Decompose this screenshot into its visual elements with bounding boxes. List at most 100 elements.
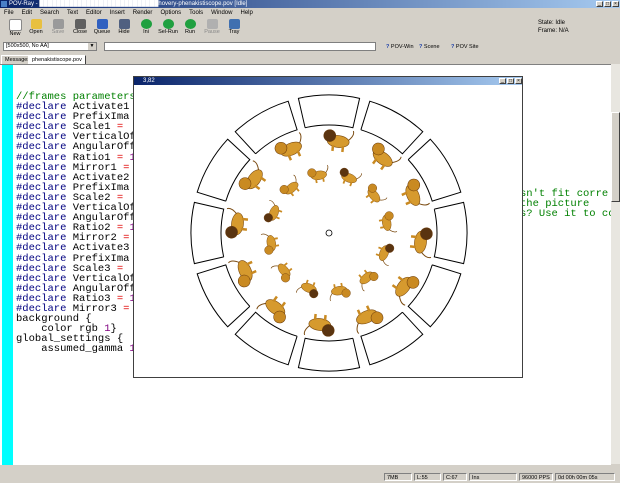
lion-tail [303, 325, 310, 336]
lion-tail [382, 260, 389, 266]
lion-figure [339, 167, 362, 187]
lion-tail [361, 283, 365, 292]
lion-tail [348, 130, 355, 141]
lion-tail [226, 207, 237, 214]
chevron-down-icon[interactable]: ▼ [88, 43, 96, 50]
pause-button[interactable]: Pause [202, 18, 222, 39]
sel-run-button[interactable]: Sel-Run [158, 18, 178, 39]
sel-run-icon [162, 19, 174, 29]
tray-icon [228, 19, 240, 29]
lion-figure [307, 164, 329, 184]
render-window-title: 3,82 [143, 78, 155, 84]
main-toolbar: New Open Save Close Queue Hide Ini Sel-R… [0, 17, 360, 39]
menu-text[interactable]: Text [63, 9, 82, 17]
lion-figure [329, 282, 351, 302]
menu-render[interactable]: Render [129, 9, 157, 17]
close-icon[interactable]: × [612, 1, 619, 7]
minimize-icon[interactable]: _ [596, 1, 603, 7]
scrollbar-thumb[interactable] [611, 112, 620, 202]
povsite-link[interactable]: ? POV Site [451, 43, 479, 51]
lion-leg [342, 179, 346, 184]
disc-segment [297, 94, 361, 129]
app-icon [1, 1, 7, 7]
povwin-link[interactable]: ? POV-Win [386, 43, 414, 51]
lion-figure [279, 174, 300, 197]
help-icon: ? [419, 44, 423, 50]
lion-figure [358, 269, 379, 292]
editor-tabs: Messages phenakistiscope.pov [0, 54, 620, 64]
hide-button[interactable]: Hide [114, 18, 134, 39]
window-title: POV-Ray - ████████████████████████████ho… [9, 1, 248, 7]
menu-insert[interactable]: Insert [106, 9, 129, 17]
disc-segment [196, 138, 251, 202]
save-button[interactable]: Save [48, 18, 68, 39]
run-icon [184, 19, 196, 29]
menu-options[interactable]: Options [156, 9, 185, 17]
disc-segment [297, 337, 361, 372]
lion-figure [260, 233, 280, 255]
open-button[interactable]: Open [26, 18, 46, 39]
frame-text: Frame: N/A [538, 28, 569, 34]
phenakistiscope-disc [190, 94, 468, 372]
lion-leg [378, 246, 383, 250]
command-line-input[interactable] [104, 42, 376, 51]
code-overflow-text: sn't fit corre the picture s? Use it to co [520, 188, 615, 221]
lion-leg [312, 282, 316, 287]
new-file-icon [8, 19, 22, 31]
close-icon[interactable]: × [515, 78, 522, 84]
status-bar: 7MB L:55 C:67 Ins 96000 PPS 0d 00h 00m 0… [0, 470, 620, 483]
state-text: State: Idle [538, 20, 566, 26]
render-window-title-bar: 3,82 _ □ × [134, 77, 522, 85]
lion-tail [398, 295, 406, 306]
menu-tools[interactable]: Tools [185, 9, 207, 17]
menu-file[interactable]: File [0, 9, 18, 17]
ini-icon [140, 19, 152, 29]
tab-phenakistiscope[interactable]: phenakistiscope.pov [28, 55, 86, 64]
queue-button[interactable]: Queue [92, 18, 112, 39]
tray-button[interactable]: Tray [224, 18, 244, 39]
lion-tail [270, 265, 279, 269]
lion-figure [263, 200, 283, 223]
disc-segment [433, 201, 468, 265]
lion-figure [270, 262, 293, 283]
lion-leg [356, 309, 362, 316]
insert-mode-status: Ins [469, 473, 517, 481]
lion-figure [375, 243, 395, 266]
menu-window[interactable]: Window [207, 9, 236, 17]
render-status-panel: State: Idle Frame: N/A [538, 19, 569, 35]
lion-leg [246, 260, 253, 266]
lion-tail [421, 252, 432, 259]
menu-editor[interactable]: Editor [82, 9, 106, 17]
ini-button[interactable]: Ini [136, 18, 156, 39]
disk-icon [52, 19, 64, 29]
menu-edit[interactable]: Edit [18, 9, 36, 17]
editor-scrollbar[interactable] [611, 64, 620, 464]
lion-figure [365, 183, 388, 204]
menu-help[interactable]: Help [236, 9, 256, 17]
lion-tail [252, 160, 260, 171]
memory-status: 7MB [384, 473, 412, 481]
hide-icon [118, 19, 130, 29]
minimize-icon[interactable]: _ [499, 78, 506, 84]
menu-search[interactable]: Search [36, 9, 63, 17]
lion-tail [389, 229, 398, 233]
lion-tail [293, 174, 297, 183]
queue-icon [96, 19, 108, 29]
lion-tail [269, 200, 276, 206]
lion-tail [356, 173, 362, 180]
maximize-icon[interactable]: □ [507, 78, 514, 84]
lion-figure [296, 279, 319, 299]
lion-tail [298, 132, 302, 144]
maximize-icon[interactable]: □ [604, 1, 611, 7]
lion-leg [296, 150, 302, 157]
run-button[interactable]: Run [180, 18, 200, 39]
render-preset-select[interactable]: [500x500, No AA] ▼ [3, 42, 97, 51]
help-icon: ? [451, 44, 455, 50]
scene-link[interactable]: ? Scene [419, 43, 440, 51]
render-window[interactable]: 3,82 _ □ × [133, 76, 523, 378]
menu-bar: File Edit Search Text Editor Insert Render Opti… [0, 9, 620, 17]
new-button[interactable]: New [5, 18, 25, 39]
close-file-button[interactable]: Close [70, 18, 90, 39]
disc-center-hole [325, 229, 333, 237]
close-file-icon [74, 19, 86, 29]
